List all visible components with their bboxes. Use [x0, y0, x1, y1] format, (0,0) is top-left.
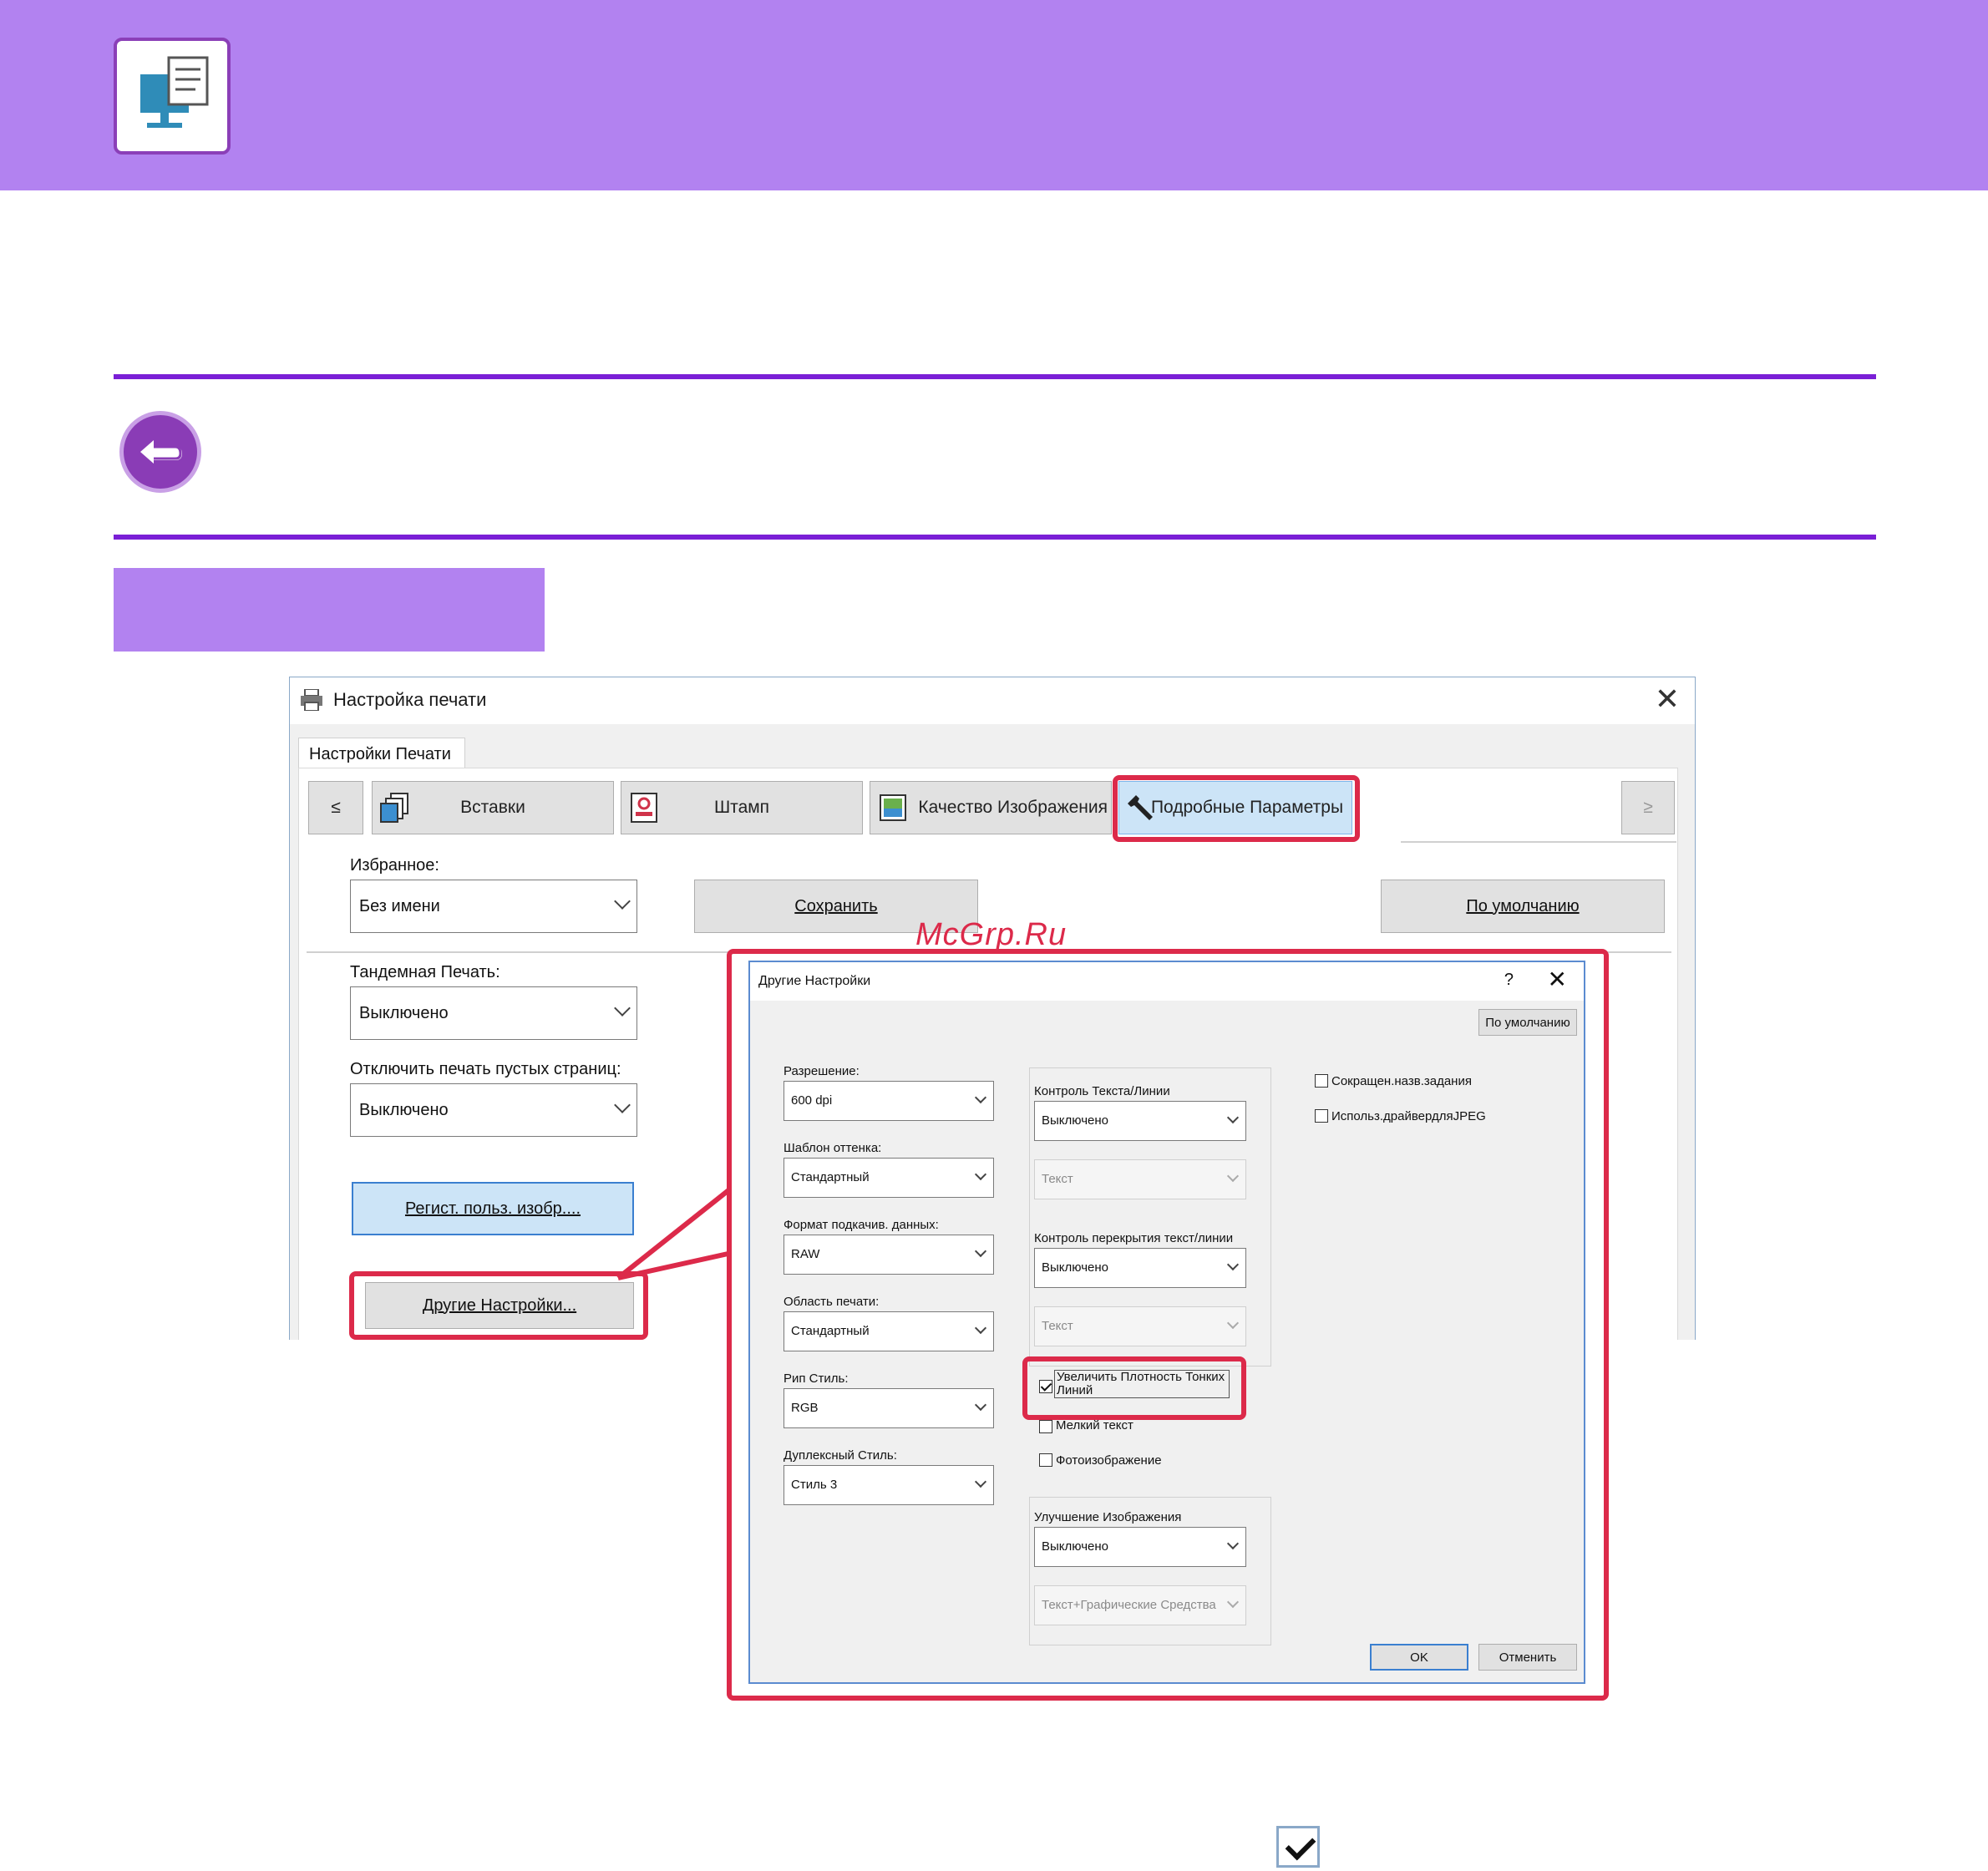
spool-format-value: RAW — [791, 1247, 820, 1261]
rip-style-select[interactable]: RGB — [784, 1388, 994, 1428]
jpeg-driver-label: Использ.драйвердляJPEG — [1331, 1109, 1486, 1123]
image-enhance-value: Выключено — [1042, 1539, 1108, 1554]
jpeg-driver-checkbox[interactable] — [1315, 1109, 1328, 1123]
chevron-down-icon — [974, 1168, 987, 1181]
text-line-label: Контроль Текста/Линии — [1034, 1084, 1170, 1098]
resolution-value: 600 dpi — [791, 1093, 833, 1108]
image-enhance-sub-select: Текст+Графические Средства — [1034, 1585, 1246, 1625]
close-icon[interactable]: ✕ — [1548, 966, 1567, 993]
image-enhance-select[interactable]: Выключено — [1034, 1527, 1246, 1567]
text-line-value: Выключено — [1042, 1113, 1108, 1128]
chevron-down-icon — [1226, 1111, 1240, 1124]
spool-format-label: Формат подкачив. данных: — [784, 1218, 939, 1232]
rip-style-value: RGB — [791, 1401, 819, 1415]
text-line-sub-value: Текст — [1042, 1172, 1073, 1186]
overlap-sub-value: Текст — [1042, 1319, 1073, 1333]
overlap-label: Контроль перекрытия текст/линии — [1034, 1231, 1234, 1245]
chevron-down-icon — [974, 1091, 987, 1104]
short-job-name-label: Сокращен.назв.задания — [1331, 1074, 1472, 1088]
cancel-button[interactable]: Отменить — [1478, 1644, 1577, 1671]
print-area-select[interactable]: Стандартный — [784, 1311, 994, 1351]
chevron-down-icon — [974, 1321, 987, 1335]
chevron-down-icon — [1226, 1316, 1240, 1330]
small-text-checkbox[interactable] — [1039, 1420, 1052, 1433]
spool-format-select[interactable]: RAW — [784, 1235, 994, 1275]
chevron-down-icon — [1226, 1258, 1240, 1271]
halftone-label: Шаблон оттенка: — [784, 1141, 882, 1155]
other-settings-dialog: Другие Настройки ? ✕ По умолчанию Разреш… — [748, 961, 1585, 1684]
resolution-label: Разрешение: — [784, 1064, 860, 1078]
print-area-value: Стандартный — [791, 1324, 870, 1338]
photo-label: Фотоизображение — [1056, 1453, 1162, 1468]
checkbox-checked-icon — [1276, 1826, 1320, 1868]
chevron-down-icon — [1226, 1169, 1240, 1183]
watermark: McGrp.Ru — [915, 917, 1068, 952]
text-line-sub-select: Текст — [1034, 1159, 1246, 1199]
chevron-down-icon — [974, 1245, 987, 1258]
chevron-down-icon — [974, 1398, 987, 1412]
popup-default-button[interactable]: По умолчанию — [1478, 1009, 1577, 1036]
photo-checkbox[interactable] — [1039, 1453, 1052, 1467]
overlap-sub-select: Текст — [1034, 1306, 1246, 1346]
short-job-name-checkbox[interactable] — [1315, 1074, 1328, 1088]
image-enhance-label: Улучшение Изображения — [1034, 1510, 1182, 1524]
resolution-select[interactable]: 600 dpi — [784, 1081, 994, 1121]
halftone-value: Стандартный — [791, 1170, 870, 1184]
overlap-value: Выключено — [1042, 1260, 1108, 1275]
chevron-down-icon — [974, 1475, 987, 1488]
overlap-select[interactable]: Выключено — [1034, 1248, 1246, 1288]
rip-style-label: Рип Стиль: — [784, 1372, 849, 1386]
text-line-select[interactable]: Выключено — [1034, 1101, 1246, 1141]
print-area-label: Область печати: — [784, 1295, 880, 1309]
chevron-down-icon — [1226, 1537, 1240, 1550]
ok-button[interactable]: OK — [1370, 1644, 1468, 1671]
small-text-label: Мелкий текст — [1056, 1418, 1133, 1432]
popup-title: Другие Настройки — [758, 974, 871, 988]
duplex-style-label: Дуплексный Стиль: — [784, 1448, 897, 1463]
chevron-down-icon — [1226, 1595, 1240, 1609]
highlight-thin-lines — [1022, 1356, 1246, 1420]
halftone-select[interactable]: Стандартный — [784, 1158, 994, 1198]
duplex-style-value: Стиль 3 — [791, 1478, 838, 1492]
page: Настройка печати ✕ Настройки Печати ≤ Вс… — [0, 0, 1988, 1871]
image-enhance-sub-value: Текст+Графические Средства — [1042, 1598, 1216, 1612]
popup-title-bar: Другие Настройки ? ✕ — [750, 962, 1584, 1001]
duplex-style-select[interactable]: Стиль 3 — [784, 1465, 994, 1505]
help-icon[interactable]: ? — [1504, 971, 1514, 990]
